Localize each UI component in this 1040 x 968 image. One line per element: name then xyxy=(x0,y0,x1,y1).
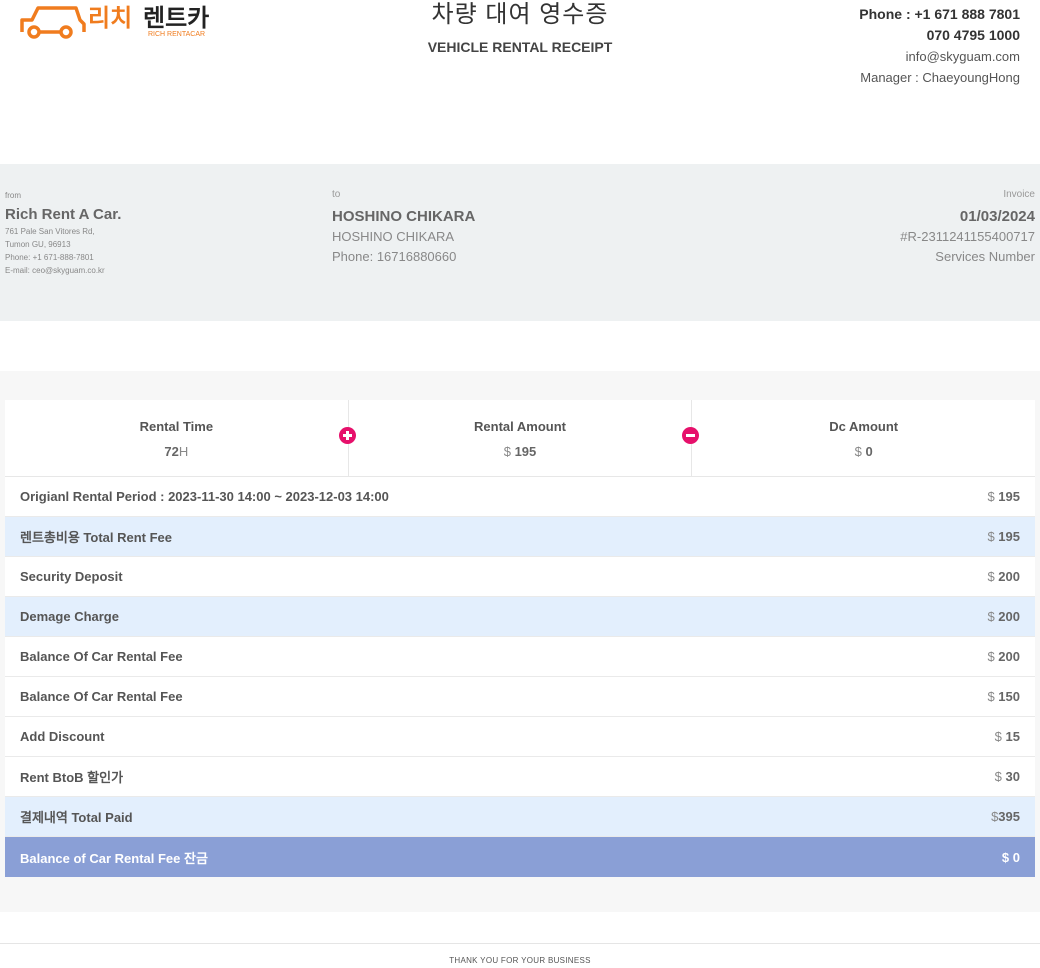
from-block: from Rich Rent A Car. 761 Pale San Vitor… xyxy=(5,191,121,277)
plus-circle-icon xyxy=(339,427,356,444)
to-phone: Phone: 16716880660 xyxy=(332,249,457,264)
svg-text:렌트카: 렌트카 xyxy=(143,4,209,32)
contact-email: info@skyguam.com xyxy=(905,49,1020,64)
invoice-number: #R-2311241155400717 xyxy=(900,229,1035,244)
row-amount: $ 150 xyxy=(987,689,1020,704)
row-label: Origianl Rental Period : 2023-11-30 14:0… xyxy=(20,489,389,504)
title-english: VEHICLE RENTAL RECEIPT xyxy=(427,39,613,55)
row-amount: $ 195 xyxy=(987,489,1020,504)
title-korean: 차량 대여 영수증 xyxy=(431,1,609,28)
row-amount: $ 30 xyxy=(994,769,1020,784)
row-label: Add Discount xyxy=(20,729,105,744)
dc-amount-value-wrap: $ 0 xyxy=(692,444,1035,459)
receipt-title: 차량 대여 영수증 VEHICLE RENTAL RECEIPT xyxy=(320,0,720,55)
brand-logo: 리치 렌트카 RICH RENTACAR xyxy=(18,0,228,40)
row-label: Demage Charge xyxy=(20,609,119,624)
receipt-section: Rental Time 72H Rental Amount $ 195 Dc A… xyxy=(0,371,1040,912)
to-name-secondary: HOSHINO CHIKARA xyxy=(332,229,455,244)
rental-time-value: 72 xyxy=(164,444,179,459)
row-label: 렌트총비용 Total Rent Fee xyxy=(20,530,173,545)
row-amount: $ 0 xyxy=(1001,849,1020,865)
invoice-label: Invoice xyxy=(1003,189,1035,200)
from-email: E-mail: ceo@skyguam.co.kr xyxy=(5,266,105,275)
security-deposit-row: Security Deposit $ 200 xyxy=(5,557,1035,597)
rental-amount-label: Rental Amount xyxy=(474,419,566,434)
from-address-1: 761 Pale San Vitores Rd, xyxy=(5,227,95,236)
contact-phone-2: 070 4795 1000 xyxy=(926,27,1020,43)
receipt-card: Rental Time 72H Rental Amount $ 195 Dc A… xyxy=(5,400,1035,877)
minus-circle-icon xyxy=(682,427,699,444)
row-label: Security Deposit xyxy=(20,569,123,584)
balance-rental-fee-row-2: Balance Of Car Rental Fee $ 150 xyxy=(5,677,1035,717)
row-label: Balance Of Car Rental Fee xyxy=(20,649,183,664)
dc-amount-cell: Dc Amount $ 0 xyxy=(691,400,1035,476)
row-label: Balance of Car Rental Fee 잔금 xyxy=(20,850,208,866)
dc-amount-value: 0 xyxy=(865,444,873,459)
rental-amount-value-wrap: $ 195 xyxy=(349,444,692,459)
balance-rental-fee-row: Balance Of Car Rental Fee $ 200 xyxy=(5,637,1035,677)
to-block: to HOSHINO CHIKARA HOSHINO CHIKARA Phone… xyxy=(332,189,475,267)
contact-block: Phone : +1 671 888 7801 070 4795 1000 in… xyxy=(859,4,1020,88)
rental-amount-cell: Rental Amount $ 195 xyxy=(347,400,692,476)
rental-time-value-wrap: 72H xyxy=(5,444,348,459)
address-band: from Rich Rent A Car. 761 Pale San Vitor… xyxy=(0,164,1040,321)
total-paid-row: 결제내역 Total Paid $395 xyxy=(5,797,1035,837)
invoice-services-number: Services Number xyxy=(935,249,1035,264)
invoice-block: Invoice 01/03/2024 #R-2311241155400717 S… xyxy=(900,189,1035,267)
rental-amount-currency: $ xyxy=(503,444,511,459)
summary-row: Rental Time 72H Rental Amount $ 195 Dc A… xyxy=(5,400,1035,477)
from-label: from xyxy=(5,191,21,200)
footer-text: THANK YOU FOR YOUR BUSINESS xyxy=(449,956,591,965)
row-amount: $ 200 xyxy=(987,649,1020,664)
row-amount: $ 200 xyxy=(987,609,1020,624)
contact-manager: Manager : ChaeyoungHong xyxy=(860,70,1020,85)
dc-amount-label: Dc Amount xyxy=(829,419,899,434)
rental-time-label: Rental Time xyxy=(139,419,214,434)
from-phone: Phone: +1 671-888-7801 xyxy=(5,253,94,262)
row-label: Rent BtoB 할인가 xyxy=(20,770,124,785)
damage-charge-row: Demage Charge $ 200 xyxy=(5,597,1035,637)
logo-text-en: RICH RENTACAR xyxy=(148,31,205,38)
rental-time-unit: H xyxy=(178,444,189,459)
rental-amount-value: 195 xyxy=(514,444,537,459)
car-logo-icon: 리치 렌트카 RICH RENTACAR xyxy=(20,4,209,39)
rental-period-row: Origianl Rental Period : 2023-11-30 14:0… xyxy=(5,477,1035,517)
from-address-2: Tumon GU, 96913 xyxy=(5,240,71,249)
row-label: 결제내역 Total Paid xyxy=(20,810,133,825)
invoice-date: 01/03/2024 xyxy=(959,208,1035,225)
dc-amount-currency: $ xyxy=(854,444,862,459)
row-amount: $ 195 xyxy=(987,529,1020,544)
btob-discount-row: Rent BtoB 할인가 $ 30 xyxy=(5,757,1035,797)
logo-text-ko: 리치 xyxy=(88,4,132,32)
row-label: Balance Of Car Rental Fee xyxy=(20,689,183,704)
add-discount-row: Add Discount $ 15 xyxy=(5,717,1035,757)
row-amount: $ 15 xyxy=(994,729,1020,744)
from-name: Rich Rent A Car. xyxy=(5,206,122,223)
contact-phone: Phone : +1 671 888 7801 xyxy=(859,6,1020,22)
row-amount: $ 200 xyxy=(987,569,1020,584)
footer-divider xyxy=(0,943,1040,944)
to-label: to xyxy=(332,189,341,200)
rental-time-cell: Rental Time 72H xyxy=(5,400,348,476)
balance-due-row: Balance of Car Rental Fee 잔금 $ 0 xyxy=(5,837,1035,877)
row-amount: $395 xyxy=(991,809,1020,824)
total-rent-fee-row: 렌트총비용 Total Rent Fee $ 195 xyxy=(5,517,1035,557)
to-name: HOSHINO CHIKARA xyxy=(332,208,476,225)
